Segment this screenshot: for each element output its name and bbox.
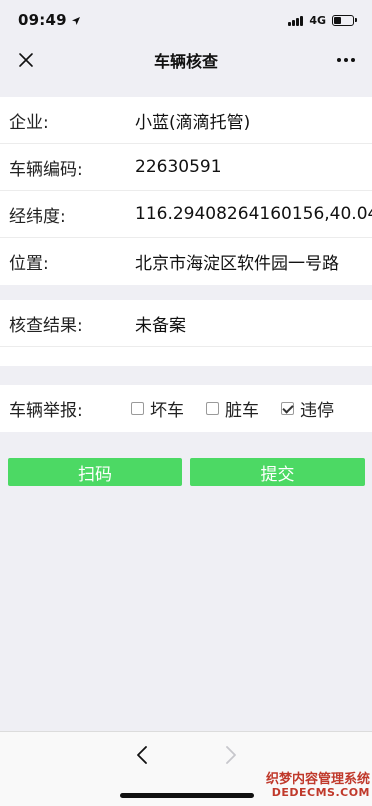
close-icon[interactable] bbox=[14, 48, 38, 72]
chevron-right-icon[interactable] bbox=[220, 742, 242, 768]
location-value: 北京市海淀区软件园一号路 bbox=[135, 254, 339, 274]
info-row-company: 企业: 小蓝(滴滴托管) bbox=[0, 97, 372, 144]
home-indicator bbox=[120, 793, 254, 798]
check-result-label: 核查结果: bbox=[9, 315, 83, 336]
info-row-coordinates: 经纬度: 116.29408264160156,40.04 bbox=[0, 191, 372, 238]
battery-level bbox=[334, 16, 341, 24]
status-time: 09:49 bbox=[18, 11, 67, 29]
company-value: 小蓝(滴滴托管) bbox=[135, 112, 251, 133]
vehicle-info-section: 企业: 小蓝(滴滴托管) 车辆编码: 22630591 经纬度: 116.294… bbox=[0, 97, 372, 285]
check-result-value: 未备案 bbox=[135, 315, 186, 336]
dirty-label: 脏车 bbox=[225, 401, 259, 421]
location-label: 位置: bbox=[9, 254, 49, 274]
signal-icon bbox=[288, 15, 304, 26]
check-result-row: 核查结果: 未备案 bbox=[0, 300, 372, 347]
coordinates-label: 经纬度: bbox=[9, 206, 66, 227]
location-arrow-icon bbox=[71, 11, 81, 30]
report-label: 车辆举报: bbox=[9, 401, 83, 421]
company-label: 企业: bbox=[9, 112, 49, 133]
illegal-parking-label: 违停 bbox=[300, 401, 334, 421]
broken-checkbox[interactable] bbox=[131, 402, 144, 415]
info-row-vehicle-code: 车辆编码: 22630591 bbox=[0, 144, 372, 191]
chevron-left-icon[interactable] bbox=[131, 742, 153, 768]
status-right: 4G bbox=[288, 13, 357, 27]
report-option-broken[interactable]: 坏车 bbox=[131, 396, 184, 421]
nav-bar: 车辆核查 bbox=[0, 40, 372, 80]
broken-label: 坏车 bbox=[150, 401, 184, 421]
report-section: 车辆举报: 坏车 脏车 违停 bbox=[0, 385, 372, 432]
illegal-parking-checkbox[interactable] bbox=[281, 402, 294, 415]
check-result-section: 核查结果: 未备案 bbox=[0, 300, 372, 366]
info-row-location: 位置: 北京市海淀区软件园一号路 bbox=[0, 238, 372, 285]
report-row: 车辆举报: 坏车 脏车 违停 bbox=[0, 385, 372, 432]
status-left: 09:49 bbox=[18, 11, 81, 30]
page-title: 车辆核查 bbox=[153, 52, 218, 71]
network-type: 4G bbox=[309, 13, 326, 27]
submit-button[interactable]: 提交 bbox=[190, 458, 365, 486]
more-horizontal-icon[interactable] bbox=[334, 48, 358, 72]
coordinates-value: 116.29408264160156,40.04 bbox=[135, 204, 372, 224]
vehicle-code-label: 车辆编码: bbox=[9, 159, 83, 180]
report-options: 坏车 脏车 违停 bbox=[131, 396, 356, 421]
status-bar: 09:49 4G bbox=[0, 0, 372, 40]
vehicle-code-value: 22630591 bbox=[135, 157, 222, 177]
report-option-dirty[interactable]: 脏车 bbox=[206, 396, 259, 421]
battery-icon bbox=[332, 14, 357, 26]
report-option-illegal-parking[interactable]: 违停 bbox=[281, 396, 334, 421]
scan-button[interactable]: 扫码 bbox=[8, 458, 182, 486]
dirty-checkbox[interactable] bbox=[206, 402, 219, 415]
